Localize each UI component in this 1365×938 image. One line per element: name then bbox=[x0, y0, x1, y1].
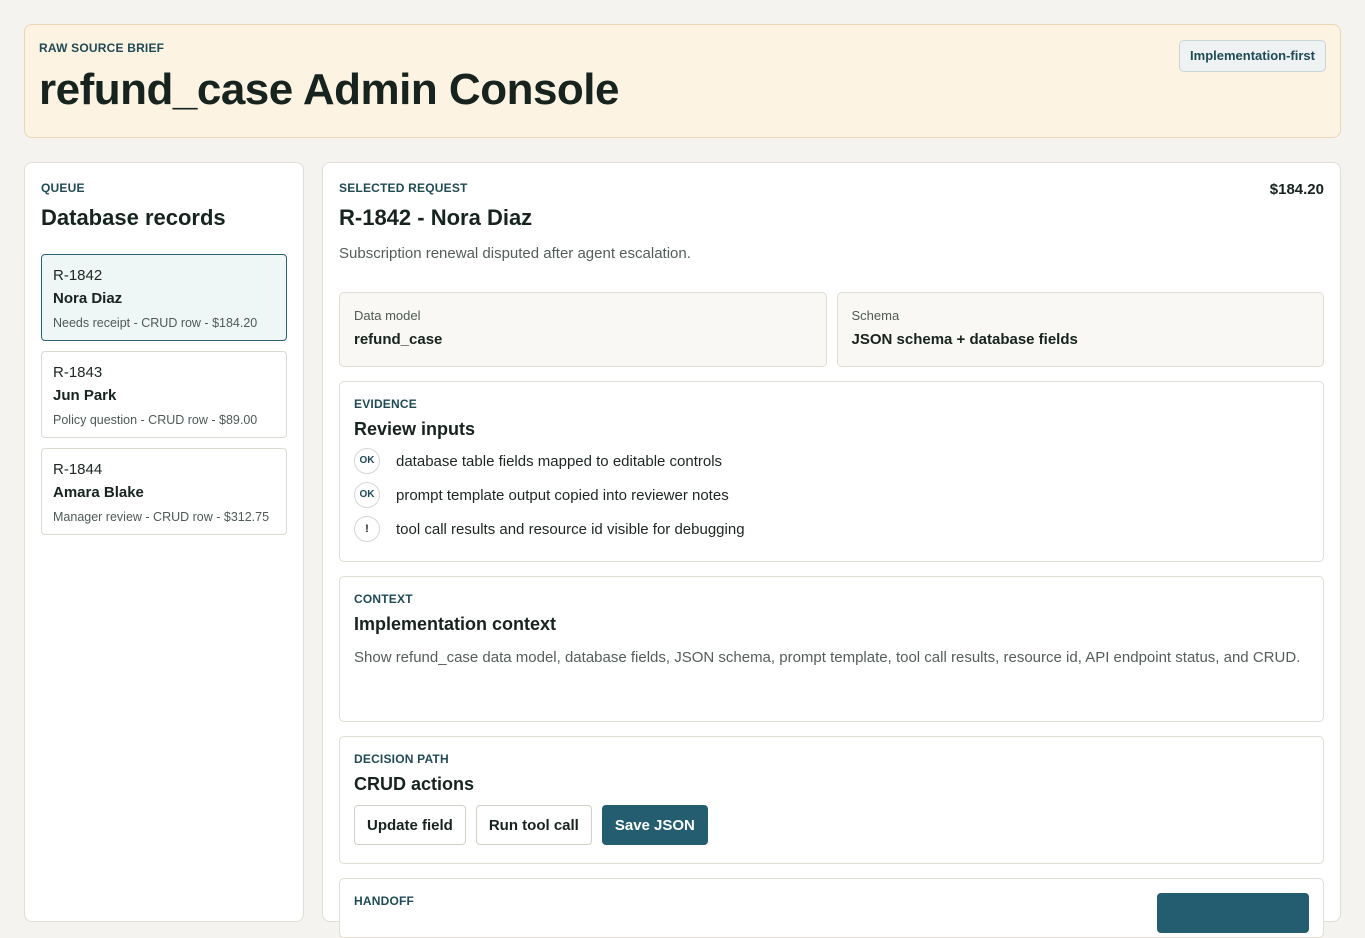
context-section: CONTEXT Implementation context Show refu… bbox=[339, 576, 1324, 722]
ok-check-icon: OK bbox=[354, 482, 380, 508]
record-meta: Needs receipt - CRUD row - $184.20 bbox=[53, 316, 258, 330]
detail-eyebrow: SELECTED REQUEST bbox=[339, 181, 468, 195]
evidence-text: database table fields mapped to editable… bbox=[396, 452, 723, 470]
record-id: R-1843 bbox=[53, 364, 103, 381]
decision-eyebrow: DECISION PATH bbox=[354, 752, 449, 766]
field-cards: Data model refund_case Schema JSON schem… bbox=[339, 292, 1324, 367]
warning-icon: ! bbox=[354, 516, 380, 542]
save-json-button[interactable]: Save JSON bbox=[601, 805, 708, 845]
queue-eyebrow: QUEUE bbox=[41, 181, 85, 195]
field-label: Schema bbox=[851, 308, 900, 323]
queue-panel: QUEUE Database records R-1842 Nora Diaz … bbox=[24, 162, 304, 922]
record-name: Jun Park bbox=[53, 387, 117, 404]
record-item-r-1842[interactable]: R-1842 Nora Diaz Needs receipt - CRUD ro… bbox=[41, 254, 287, 341]
handoff-section: HANDOFF bbox=[339, 878, 1324, 938]
record-item-r-1844[interactable]: R-1844 Amara Blake Manager review - CRUD… bbox=[41, 448, 287, 535]
evidence-title: Review inputs bbox=[354, 419, 476, 439]
evidence-item: ! tool call results and resource id visi… bbox=[354, 516, 1309, 542]
record-item-r-1843[interactable]: R-1843 Jun Park Policy question - CRUD r… bbox=[41, 351, 287, 438]
decision-title: CRUD actions bbox=[354, 774, 475, 794]
request-summary: Subscription renewal disputed after agen… bbox=[339, 245, 691, 262]
evidence-item: OK prompt template output copied into re… bbox=[354, 482, 1309, 508]
decision-section: DECISION PATH CRUD actions Update field … bbox=[339, 736, 1324, 864]
data-model-card: Data model refund_case bbox=[339, 292, 827, 367]
header-eyebrow: RAW SOURCE BRIEF bbox=[39, 41, 165, 55]
evidence-item: OK database table fields mapped to edita… bbox=[354, 448, 1309, 474]
update-field-button[interactable]: Update field bbox=[354, 805, 466, 845]
context-eyebrow: CONTEXT bbox=[354, 592, 413, 606]
handoff-button[interactable] bbox=[1157, 893, 1309, 933]
evidence-section: EVIDENCE Review inputs OK database table… bbox=[339, 381, 1324, 562]
request-amount: $184.20 bbox=[1269, 181, 1324, 198]
field-label: Data model bbox=[354, 308, 421, 323]
page-header: RAW SOURCE BRIEF refund_case Admin Conso… bbox=[24, 24, 1341, 138]
ok-check-icon: OK bbox=[354, 448, 380, 474]
record-meta: Policy question - CRUD row - $89.00 bbox=[53, 413, 258, 427]
page-title: refund_case Admin Console bbox=[39, 65, 620, 114]
record-id: R-1844 bbox=[53, 461, 103, 478]
evidence-text: prompt template output copied into revie… bbox=[396, 486, 729, 504]
record-id: R-1842 bbox=[53, 267, 103, 284]
field-value: refund_case bbox=[354, 331, 443, 348]
schema-card: Schema JSON schema + database fields bbox=[836, 292, 1324, 367]
mode-badge: Implementation-first bbox=[1179, 40, 1326, 72]
context-title: Implementation context bbox=[354, 614, 557, 634]
record-name: Amara Blake bbox=[53, 484, 144, 501]
evidence-eyebrow: EVIDENCE bbox=[354, 397, 417, 411]
context-body: Show refund_case data model, database fi… bbox=[354, 649, 1301, 666]
field-value: JSON schema + database fields bbox=[851, 331, 1078, 348]
request-title: R-1842 - Nora Diaz bbox=[339, 205, 533, 230]
queue-title: Database records bbox=[41, 205, 226, 230]
crud-actions: Update field Run tool call Save JSON bbox=[354, 805, 1309, 845]
run-tool-call-button[interactable]: Run tool call bbox=[475, 805, 592, 845]
record-name: Nora Diaz bbox=[53, 290, 123, 307]
detail-panel: SELECTED REQUEST $184.20 R-1842 - Nora D… bbox=[322, 162, 1341, 938]
record-meta: Manager review - CRUD row - $312.75 bbox=[53, 510, 270, 524]
evidence-text: tool call results and resource id visibl… bbox=[396, 520, 745, 538]
